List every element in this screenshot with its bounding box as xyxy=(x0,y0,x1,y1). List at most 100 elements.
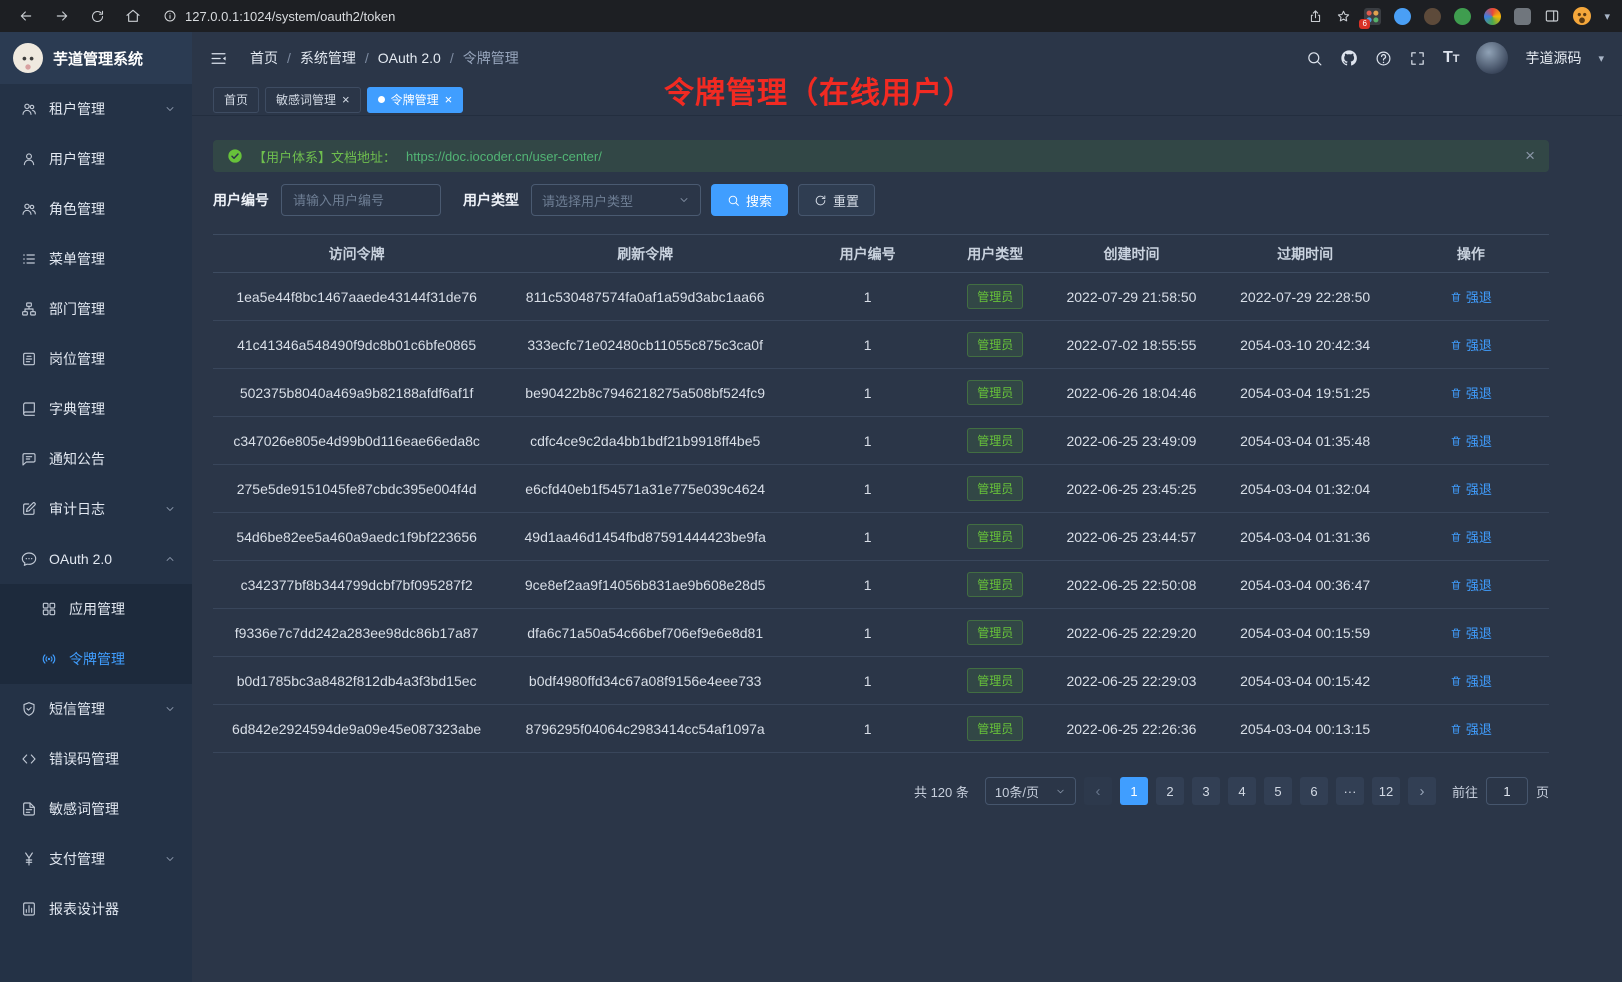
reset-button[interactable]: 重置 xyxy=(798,184,875,216)
sidebar-item-sensitive-words[interactable]: 敏感词管理 xyxy=(0,784,192,834)
force-logout-button[interactable]: 强退 xyxy=(1450,623,1492,642)
chevron-down-icon xyxy=(1055,786,1066,797)
site-info-icon[interactable] xyxy=(163,9,177,23)
page-button[interactable]: 5 xyxy=(1264,777,1292,805)
sidebar-item-payment[interactable]: 支付管理 xyxy=(0,834,192,884)
force-logout-button[interactable]: 强退 xyxy=(1450,671,1492,690)
user-type-select[interactable]: 请选择用户类型 xyxy=(531,184,701,216)
action-cell: 强退 xyxy=(1393,321,1549,369)
page-button[interactable]: 1 xyxy=(1120,777,1148,805)
sidebar-menu: 租户管理 用户管理 角色管理 菜单管理 部门管理 岗位管理 xyxy=(0,84,192,982)
page-button[interactable]: 4 xyxy=(1228,777,1256,805)
sidebar-item-report-designer[interactable]: 报表设计器 xyxy=(0,884,192,934)
browser-menu-caret-icon[interactable]: ▾ xyxy=(1604,10,1610,23)
sidebar-item-tenants[interactable]: 租户管理 xyxy=(0,84,192,134)
force-logout-button[interactable]: 强退 xyxy=(1450,287,1492,306)
share-icon[interactable] xyxy=(1308,9,1323,24)
browser-back-icon[interactable] xyxy=(18,8,34,24)
org-tree-icon xyxy=(21,301,37,317)
sidebar-item-sms[interactable]: 短信管理 xyxy=(0,684,192,734)
doc-link[interactable]: https://doc.iocoder.cn/user-center/ xyxy=(406,149,602,164)
extension-gray-icon[interactable] xyxy=(1514,8,1531,25)
browser-forward-icon[interactable] xyxy=(54,8,70,24)
sidebar-item-posts[interactable]: 岗位管理 xyxy=(0,334,192,384)
breadcrumb-home[interactable]: 首页 xyxy=(250,48,278,68)
search-icon[interactable] xyxy=(1306,50,1323,67)
created-time-cell: 2022-07-02 18:55:55 xyxy=(1045,321,1217,369)
sidebar-item-oauth2-apps[interactable]: 应用管理 xyxy=(0,584,192,634)
user-menu-caret-icon[interactable]: ▾ xyxy=(1598,52,1604,65)
browser-home-icon[interactable] xyxy=(125,8,141,24)
sidebar-item-audit-log[interactable]: 审计日志 xyxy=(0,484,192,534)
force-logout-button[interactable]: 强退 xyxy=(1450,575,1492,594)
expire-time-cell: 2054-03-04 00:15:42 xyxy=(1218,657,1393,705)
font-size-icon[interactable]: TT xyxy=(1443,49,1460,67)
action-cell: 强退 xyxy=(1393,273,1549,321)
breadcrumb-oauth2[interactable]: OAuth 2.0 xyxy=(378,50,441,66)
user-type-cell: 管理员 xyxy=(945,369,1045,417)
github-icon[interactable] xyxy=(1340,49,1358,67)
search-icon xyxy=(727,194,740,207)
sidebar-item-notice[interactable]: 通知公告 xyxy=(0,434,192,484)
user-id-input[interactable] xyxy=(281,184,441,216)
app-logo[interactable]: 芋道管理系统 xyxy=(0,32,192,84)
goto-page-input[interactable] xyxy=(1486,777,1528,805)
user-avatar[interactable] xyxy=(1476,42,1508,74)
page-button[interactable]: 12 xyxy=(1372,777,1400,805)
sidebar-item-oauth2[interactable]: OAuth 2.0 xyxy=(0,534,192,584)
force-logout-button[interactable]: 强退 xyxy=(1450,527,1492,546)
token-icon xyxy=(41,651,57,667)
next-page-button[interactable]: › xyxy=(1408,777,1436,805)
trash-icon xyxy=(1450,291,1462,303)
side-panel-icon[interactable] xyxy=(1544,8,1560,24)
force-logout-button[interactable]: 强退 xyxy=(1450,383,1492,402)
page-button[interactable]: 6 xyxy=(1300,777,1328,805)
tab-sensitive-words[interactable]: 敏感词管理 × xyxy=(265,87,361,113)
sidebar-item-oauth2-tokens[interactable]: 令牌管理 xyxy=(0,634,192,684)
sidebar-item-error-codes[interactable]: 错误码管理 xyxy=(0,734,192,784)
page-button[interactable]: 2 xyxy=(1156,777,1184,805)
sidebar-toggle-icon[interactable] xyxy=(209,49,228,68)
user-id-cell: 1 xyxy=(790,369,945,417)
tab-home[interactable]: 首页 xyxy=(213,87,259,113)
browser-profile-avatar[interactable] xyxy=(1573,7,1591,25)
sidebar-item-users[interactable]: 用户管理 xyxy=(0,134,192,184)
refresh-token-cell: 8796295f04064c2983414cc54af1097a xyxy=(500,705,790,753)
access-token-cell: 502375b8040a469a9b82188afdf6af1f xyxy=(213,369,500,417)
help-icon[interactable] xyxy=(1375,50,1392,67)
browser-reload-icon[interactable] xyxy=(90,9,105,24)
browser-url-bar[interactable]: 127.0.0.1:1024/system/oauth2/token xyxy=(163,9,1308,24)
sidebar-item-dict[interactable]: 字典管理 xyxy=(0,384,192,434)
page-size-select[interactable]: 10条/页 xyxy=(985,777,1076,805)
bookmark-star-icon[interactable] xyxy=(1336,9,1351,24)
prev-page-button[interactable]: ‹ xyxy=(1084,777,1112,805)
sidebar-item-roles[interactable]: 角色管理 xyxy=(0,184,192,234)
extension-pinwheel-icon[interactable] xyxy=(1484,8,1501,25)
force-logout-button[interactable]: 强退 xyxy=(1450,719,1492,738)
breadcrumb-system[interactable]: 系统管理 xyxy=(300,48,356,68)
action-cell: 强退 xyxy=(1393,705,1549,753)
close-icon[interactable]: × xyxy=(445,93,453,106)
fullscreen-icon[interactable] xyxy=(1409,50,1426,67)
extension-grid-icon[interactable]: 6 xyxy=(1364,8,1381,25)
expire-time-cell: 2054-03-04 00:13:15 xyxy=(1218,705,1393,753)
tab-token-management[interactable]: 令牌管理 × xyxy=(367,87,464,113)
close-icon[interactable]: × xyxy=(342,93,350,106)
force-logout-button[interactable]: 强退 xyxy=(1450,479,1492,498)
sidebar-item-menus[interactable]: 菜单管理 xyxy=(0,234,192,284)
search-button[interactable]: 搜索 xyxy=(711,184,788,216)
col-user-type: 用户类型 xyxy=(945,235,1045,273)
force-logout-button[interactable]: 强退 xyxy=(1450,431,1492,450)
extension-blue-icon[interactable] xyxy=(1394,8,1411,25)
user-type-badge: 管理员 xyxy=(967,428,1023,453)
table-row: 1ea5e44f8bc1467aaede43144f31de76 811c530… xyxy=(213,273,1549,321)
page-ellipsis[interactable]: ··· xyxy=(1336,777,1364,805)
page-button[interactable]: 3 xyxy=(1192,777,1220,805)
extension-green-icon[interactable] xyxy=(1454,8,1471,25)
alert-close-icon[interactable]: × xyxy=(1525,146,1535,166)
extension-brown-icon[interactable] xyxy=(1424,8,1441,25)
force-logout-button[interactable]: 强退 xyxy=(1450,335,1492,354)
user-type-cell: 管理员 xyxy=(945,417,1045,465)
created-time-cell: 2022-06-25 22:29:20 xyxy=(1045,609,1217,657)
sidebar-item-departments[interactable]: 部门管理 xyxy=(0,284,192,334)
